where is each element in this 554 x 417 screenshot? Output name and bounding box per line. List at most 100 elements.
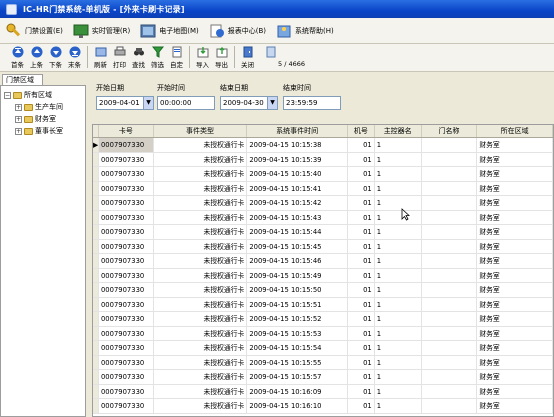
event-type-cell[interactable]: 未授权通行卡 <box>154 297 248 311</box>
door-name-cell[interactable] <box>422 225 478 239</box>
event-type-cell[interactable]: 未授权通行卡 <box>154 196 248 210</box>
first-record-button[interactable]: 首条 <box>8 46 27 69</box>
door-name-cell[interactable] <box>422 181 478 195</box>
event-type-cell[interactable]: 未授权通行卡 <box>154 254 248 268</box>
area-cell[interactable]: 财务室 <box>477 384 553 398</box>
controller-cell[interactable]: 1 <box>375 181 422 195</box>
col-event-time[interactable]: 系统事件时间 <box>247 125 348 137</box>
controller-cell[interactable]: 1 <box>375 210 422 224</box>
card-no-cell[interactable]: 0007907330 <box>99 152 154 166</box>
table-row[interactable]: 0007907330 未授权通行卡 2009-04-15 10:15:44 01 1 财务… <box>93 225 553 240</box>
event-time-cell[interactable]: 2009-04-15 10:15:38 <box>247 138 348 152</box>
event-time-cell[interactable]: 2009-04-15 10:15:39 <box>247 152 348 166</box>
machine-no-cell[interactable]: 01 <box>348 399 375 413</box>
collapse-icon[interactable]: − <box>4 91 11 99</box>
end-time-field[interactable]: 23:59:59 <box>283 96 341 110</box>
controller-cell[interactable]: 1 <box>375 254 422 268</box>
machine-no-cell[interactable]: 01 <box>348 181 375 195</box>
controller-cell[interactable]: 1 <box>375 138 422 152</box>
event-time-cell[interactable]: 2009-04-15 10:15:57 <box>247 370 348 384</box>
prev-record-button[interactable]: 上条 <box>27 46 46 69</box>
event-time-cell[interactable]: 2009-04-15 10:15:40 <box>247 167 348 181</box>
event-time-cell[interactable]: 2009-04-15 10:15:55 <box>247 355 348 369</box>
print-button[interactable]: 打印 <box>110 46 129 69</box>
event-type-cell[interactable]: 未授权通行卡 <box>154 283 248 297</box>
controller-cell[interactable]: 1 <box>375 283 422 297</box>
card-no-cell[interactable]: 0007907330 <box>99 399 154 413</box>
card-no-cell[interactable]: 0007907330 <box>99 384 154 398</box>
table-row[interactable]: ▶ 0007907330 未授权通行卡 2009-04-15 10:15:38 01 1 财… <box>93 138 553 153</box>
event-type-cell[interactable]: 未授权通行卡 <box>154 167 248 181</box>
area-cell[interactable]: 财务室 <box>477 312 553 326</box>
controller-cell[interactable]: 1 <box>375 239 422 253</box>
end-date-picker[interactable]: 2009-04-30 ▼ <box>220 96 278 110</box>
event-type-cell[interactable]: 未授权通行卡 <box>154 210 248 224</box>
menu-door-settings[interactable]: 门禁设置(E) <box>6 23 63 39</box>
menu-help[interactable]: 系统帮助(H) <box>276 23 334 39</box>
table-row[interactable]: 0007907330 未授权通行卡 2009-04-15 10:15:43 01 1 财务… <box>93 210 553 225</box>
machine-no-cell[interactable]: 01 <box>348 239 375 253</box>
event-time-cell[interactable]: 2009-04-15 10:15:45 <box>247 239 348 253</box>
table-row[interactable]: 0007907330 未授权通行卡 2009-04-15 10:15:39 01 1 财务… <box>93 152 553 167</box>
table-row[interactable]: 0007907330 未授权通行卡 2009-04-15 10:15:55 01 1 财务… <box>93 355 553 370</box>
area-cell[interactable]: 财务室 <box>477 167 553 181</box>
area-cell[interactable]: 财务室 <box>477 138 553 152</box>
event-type-cell[interactable]: 未授权通行卡 <box>154 370 248 384</box>
card-no-cell[interactable]: 0007907330 <box>99 210 154 224</box>
event-time-cell[interactable]: 2009-04-15 10:15:49 <box>247 268 348 282</box>
table-row[interactable]: 0007907330 未授权通行卡 2009-04-15 10:15:49 01 1 财务… <box>93 268 553 283</box>
table-row[interactable]: 0007907330 未授权通行卡 2009-04-15 10:15:40 01 1 财务… <box>93 167 553 182</box>
event-time-cell[interactable]: 2009-04-15 10:15:41 <box>247 181 348 195</box>
event-time-cell[interactable]: 2009-04-15 10:15:50 <box>247 283 348 297</box>
col-area[interactable]: 所在区域 <box>477 125 553 137</box>
close-button[interactable]: 关闭 <box>238 46 257 69</box>
custom-button[interactable]: 自定 <box>167 46 186 69</box>
event-type-cell[interactable]: 未授权通行卡 <box>154 341 248 355</box>
card-no-cell[interactable]: 0007907330 <box>99 326 154 340</box>
refresh-button[interactable]: 刷新 <box>91 46 110 69</box>
area-cell[interactable]: 财务室 <box>477 225 553 239</box>
door-name-cell[interactable] <box>422 326 478 340</box>
machine-no-cell[interactable]: 01 <box>348 138 375 152</box>
next-record-button[interactable]: 下条 <box>46 46 65 69</box>
event-type-cell[interactable]: 未授权通行卡 <box>154 152 248 166</box>
expand-icon[interactable]: + <box>15 103 22 111</box>
controller-cell[interactable]: 1 <box>375 225 422 239</box>
import-button[interactable]: 导入 <box>193 46 212 69</box>
table-row[interactable]: 0007907330 未授权通行卡 2009-04-15 10:16:10 01 1 财务… <box>93 399 553 414</box>
door-name-cell[interactable] <box>422 152 478 166</box>
machine-no-cell[interactable]: 01 <box>348 225 375 239</box>
door-name-cell[interactable] <box>422 297 478 311</box>
event-type-cell[interactable]: 未授权通行卡 <box>154 355 248 369</box>
controller-cell[interactable]: 1 <box>375 152 422 166</box>
event-time-cell[interactable]: 2009-04-15 10:16:10 <box>247 399 348 413</box>
table-row[interactable]: 0007907330 未授权通行卡 2009-04-15 10:15:52 01 1 财务… <box>93 312 553 327</box>
machine-no-cell[interactable]: 01 <box>348 167 375 181</box>
machine-no-cell[interactable]: 01 <box>348 152 375 166</box>
col-controller[interactable]: 主控器名 <box>375 125 422 137</box>
area-cell[interactable]: 财务室 <box>477 254 553 268</box>
table-row[interactable]: 0007907330 未授权通行卡 2009-04-15 10:15:54 01 1 财务… <box>93 341 553 356</box>
event-time-cell[interactable]: 2009-04-15 10:15:42 <box>247 196 348 210</box>
controller-cell[interactable]: 1 <box>375 384 422 398</box>
table-row[interactable]: 0007907330 未授权通行卡 2009-04-15 10:15:41 01 1 财务… <box>93 181 553 196</box>
card-no-cell[interactable]: 0007907330 <box>99 355 154 369</box>
menu-reports[interactable]: 报表中心(B) <box>209 23 266 39</box>
tab-door-area[interactable]: 门禁区域 <box>2 74 43 85</box>
col-event-type[interactable]: 事件类型 <box>154 125 248 137</box>
area-cell[interactable]: 财务室 <box>477 196 553 210</box>
controller-cell[interactable]: 1 <box>375 341 422 355</box>
door-name-cell[interactable] <box>422 239 478 253</box>
event-time-cell[interactable]: 2009-04-15 10:15:43 <box>247 210 348 224</box>
card-no-cell[interactable]: 0007907330 <box>98 138 154 152</box>
door-name-cell[interactable] <box>422 138 478 152</box>
controller-cell[interactable]: 1 <box>375 268 422 282</box>
door-name-cell[interactable] <box>422 210 478 224</box>
card-no-cell[interactable]: 0007907330 <box>99 167 154 181</box>
tree-item-workshop[interactable]: + 生产车间 <box>15 102 63 112</box>
event-time-cell[interactable]: 2009-04-15 10:15:44 <box>247 225 348 239</box>
door-name-cell[interactable] <box>422 399 478 413</box>
event-time-cell[interactable]: 2009-04-15 10:15:51 <box>247 297 348 311</box>
last-record-button[interactable]: 末条 <box>65 46 84 69</box>
area-cell[interactable]: 财务室 <box>477 399 553 413</box>
